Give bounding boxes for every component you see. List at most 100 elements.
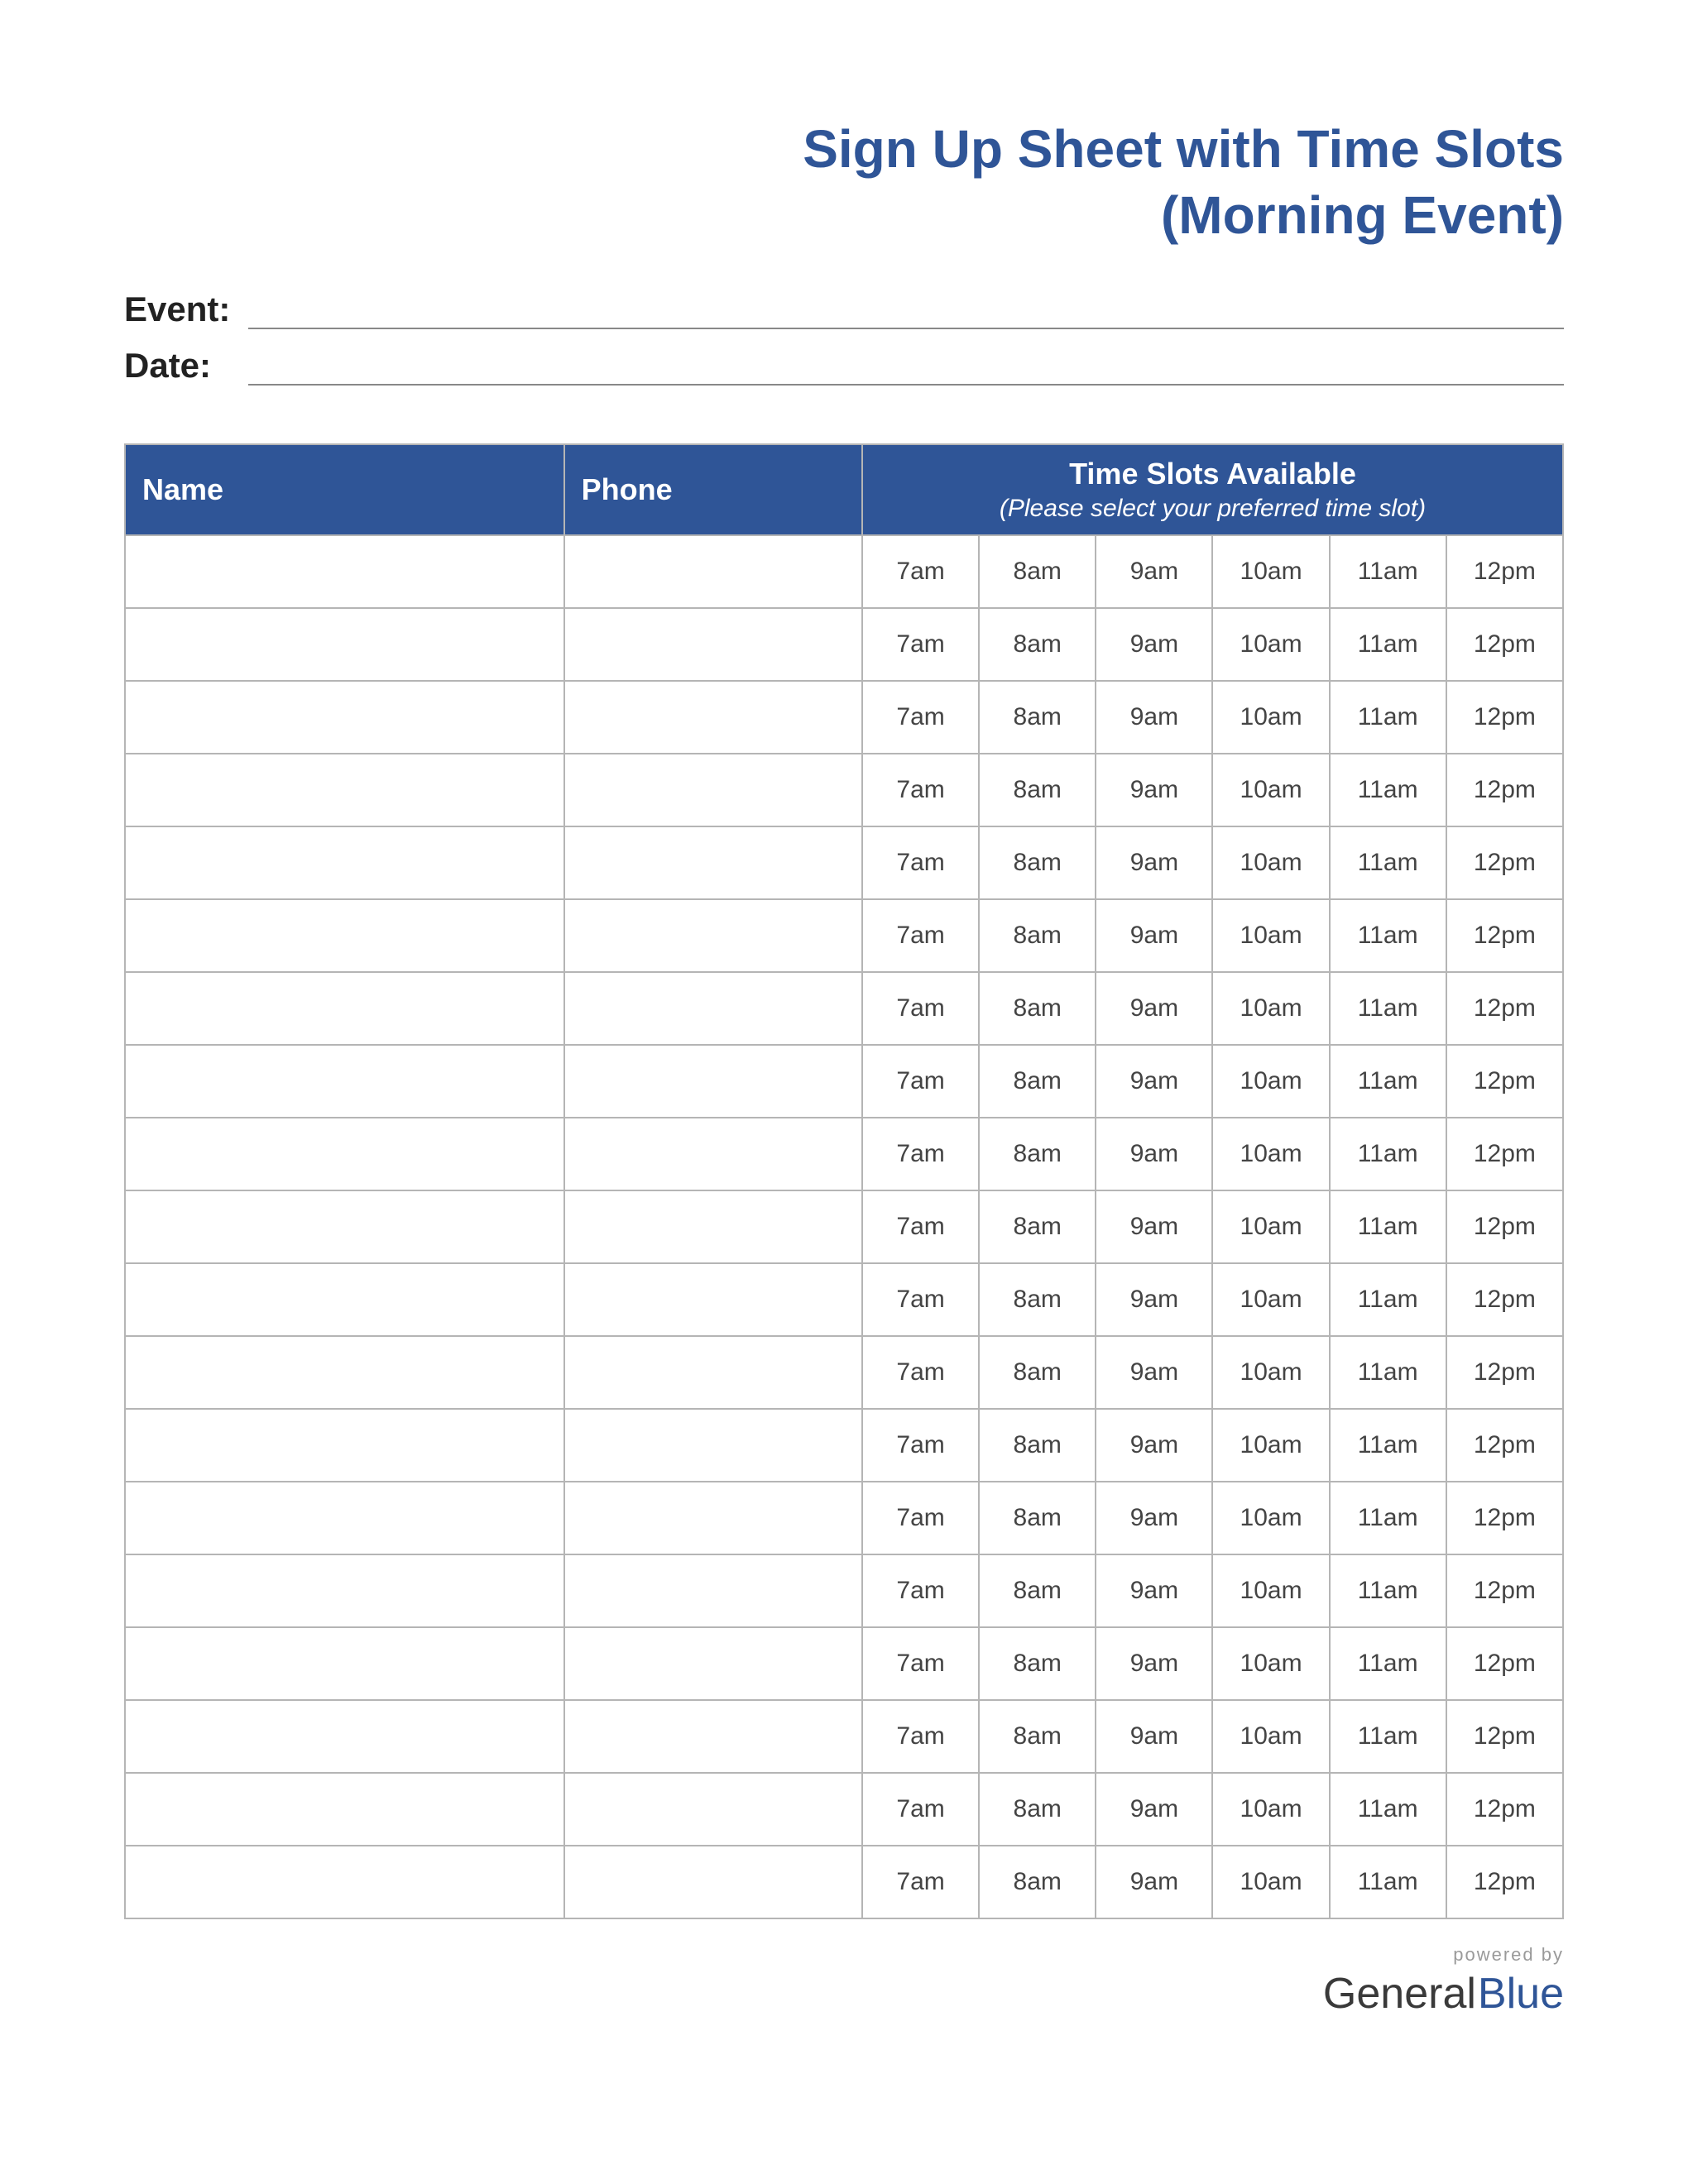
timeslot-cell[interactable]: 10am bbox=[1212, 826, 1329, 899]
phone-cell[interactable] bbox=[564, 1773, 862, 1846]
timeslot-cell[interactable]: 12pm bbox=[1446, 681, 1563, 754]
timeslot-cell[interactable]: 7am bbox=[862, 1482, 979, 1554]
timeslot-cell[interactable]: 7am bbox=[862, 608, 979, 681]
timeslot-cell[interactable]: 8am bbox=[979, 1336, 1096, 1409]
timeslot-cell[interactable]: 8am bbox=[979, 1554, 1096, 1627]
timeslot-cell[interactable]: 7am bbox=[862, 1554, 979, 1627]
timeslot-cell[interactable]: 8am bbox=[979, 1118, 1096, 1190]
timeslot-cell[interactable]: 8am bbox=[979, 899, 1096, 972]
name-cell[interactable] bbox=[125, 1190, 564, 1263]
name-cell[interactable] bbox=[125, 1482, 564, 1554]
phone-cell[interactable] bbox=[564, 1627, 862, 1700]
timeslot-cell[interactable]: 8am bbox=[979, 1700, 1096, 1773]
timeslot-cell[interactable]: 8am bbox=[979, 535, 1096, 608]
timeslot-cell[interactable]: 9am bbox=[1096, 1627, 1212, 1700]
name-cell[interactable] bbox=[125, 1118, 564, 1190]
timeslot-cell[interactable]: 7am bbox=[862, 1118, 979, 1190]
timeslot-cell[interactable]: 8am bbox=[979, 1482, 1096, 1554]
timeslot-cell[interactable]: 9am bbox=[1096, 1700, 1212, 1773]
timeslot-cell[interactable]: 7am bbox=[862, 826, 979, 899]
timeslot-cell[interactable]: 9am bbox=[1096, 1554, 1212, 1627]
phone-cell[interactable] bbox=[564, 754, 862, 826]
timeslot-cell[interactable]: 10am bbox=[1212, 1554, 1329, 1627]
timeslot-cell[interactable]: 12pm bbox=[1446, 1190, 1563, 1263]
timeslot-cell[interactable]: 7am bbox=[862, 1409, 979, 1482]
timeslot-cell[interactable]: 9am bbox=[1096, 1336, 1212, 1409]
date-input-line[interactable] bbox=[248, 349, 1564, 386]
timeslot-cell[interactable]: 9am bbox=[1096, 1118, 1212, 1190]
timeslot-cell[interactable]: 12pm bbox=[1446, 1627, 1563, 1700]
timeslot-cell[interactable]: 11am bbox=[1330, 826, 1446, 899]
timeslot-cell[interactable]: 11am bbox=[1330, 899, 1446, 972]
phone-cell[interactable] bbox=[564, 1045, 862, 1118]
timeslot-cell[interactable]: 10am bbox=[1212, 535, 1329, 608]
name-cell[interactable] bbox=[125, 972, 564, 1045]
timeslot-cell[interactable]: 12pm bbox=[1446, 754, 1563, 826]
timeslot-cell[interactable]: 7am bbox=[862, 1700, 979, 1773]
timeslot-cell[interactable]: 8am bbox=[979, 1773, 1096, 1846]
timeslot-cell[interactable]: 12pm bbox=[1446, 899, 1563, 972]
timeslot-cell[interactable]: 10am bbox=[1212, 1118, 1329, 1190]
timeslot-cell[interactable]: 7am bbox=[862, 1627, 979, 1700]
timeslot-cell[interactable]: 9am bbox=[1096, 754, 1212, 826]
timeslot-cell[interactable]: 12pm bbox=[1446, 1773, 1563, 1846]
timeslot-cell[interactable]: 10am bbox=[1212, 1700, 1329, 1773]
timeslot-cell[interactable]: 12pm bbox=[1446, 1118, 1563, 1190]
timeslot-cell[interactable]: 10am bbox=[1212, 1773, 1329, 1846]
timeslot-cell[interactable]: 12pm bbox=[1446, 1846, 1563, 1918]
timeslot-cell[interactable]: 7am bbox=[862, 1846, 979, 1918]
timeslot-cell[interactable]: 11am bbox=[1330, 1773, 1446, 1846]
timeslot-cell[interactable]: 9am bbox=[1096, 1045, 1212, 1118]
timeslot-cell[interactable]: 11am bbox=[1330, 1482, 1446, 1554]
timeslot-cell[interactable]: 12pm bbox=[1446, 608, 1563, 681]
timeslot-cell[interactable]: 9am bbox=[1096, 1190, 1212, 1263]
timeslot-cell[interactable]: 7am bbox=[862, 681, 979, 754]
timeslot-cell[interactable]: 10am bbox=[1212, 1045, 1329, 1118]
timeslot-cell[interactable]: 7am bbox=[862, 1773, 979, 1846]
timeslot-cell[interactable]: 11am bbox=[1330, 972, 1446, 1045]
timeslot-cell[interactable]: 10am bbox=[1212, 899, 1329, 972]
timeslot-cell[interactable]: 7am bbox=[862, 754, 979, 826]
phone-cell[interactable] bbox=[564, 1118, 862, 1190]
timeslot-cell[interactable]: 11am bbox=[1330, 535, 1446, 608]
timeslot-cell[interactable]: 11am bbox=[1330, 1554, 1446, 1627]
name-cell[interactable] bbox=[125, 1336, 564, 1409]
timeslot-cell[interactable]: 9am bbox=[1096, 608, 1212, 681]
event-input-line[interactable] bbox=[248, 293, 1564, 329]
timeslot-cell[interactable]: 11am bbox=[1330, 1700, 1446, 1773]
name-cell[interactable] bbox=[125, 899, 564, 972]
timeslot-cell[interactable]: 9am bbox=[1096, 535, 1212, 608]
name-cell[interactable] bbox=[125, 1846, 564, 1918]
timeslot-cell[interactable]: 9am bbox=[1096, 1482, 1212, 1554]
timeslot-cell[interactable]: 12pm bbox=[1446, 1482, 1563, 1554]
name-cell[interactable] bbox=[125, 535, 564, 608]
timeslot-cell[interactable]: 7am bbox=[862, 1045, 979, 1118]
timeslot-cell[interactable]: 7am bbox=[862, 1336, 979, 1409]
timeslot-cell[interactable]: 10am bbox=[1212, 681, 1329, 754]
phone-cell[interactable] bbox=[564, 1554, 862, 1627]
timeslot-cell[interactable]: 9am bbox=[1096, 899, 1212, 972]
timeslot-cell[interactable]: 10am bbox=[1212, 608, 1329, 681]
timeslot-cell[interactable]: 11am bbox=[1330, 681, 1446, 754]
phone-cell[interactable] bbox=[564, 826, 862, 899]
phone-cell[interactable] bbox=[564, 608, 862, 681]
timeslot-cell[interactable]: 11am bbox=[1330, 1045, 1446, 1118]
timeslot-cell[interactable]: 9am bbox=[1096, 1409, 1212, 1482]
timeslot-cell[interactable]: 8am bbox=[979, 826, 1096, 899]
timeslot-cell[interactable]: 7am bbox=[862, 535, 979, 608]
timeslot-cell[interactable]: 9am bbox=[1096, 972, 1212, 1045]
timeslot-cell[interactable]: 8am bbox=[979, 681, 1096, 754]
timeslot-cell[interactable]: 8am bbox=[979, 608, 1096, 681]
timeslot-cell[interactable]: 12pm bbox=[1446, 1336, 1563, 1409]
timeslot-cell[interactable]: 8am bbox=[979, 754, 1096, 826]
timeslot-cell[interactable]: 12pm bbox=[1446, 1700, 1563, 1773]
timeslot-cell[interactable]: 8am bbox=[979, 1045, 1096, 1118]
timeslot-cell[interactable]: 7am bbox=[862, 1263, 979, 1336]
timeslot-cell[interactable]: 8am bbox=[979, 1627, 1096, 1700]
timeslot-cell[interactable]: 9am bbox=[1096, 1846, 1212, 1918]
timeslot-cell[interactable]: 9am bbox=[1096, 681, 1212, 754]
phone-cell[interactable] bbox=[564, 535, 862, 608]
name-cell[interactable] bbox=[125, 608, 564, 681]
timeslot-cell[interactable]: 11am bbox=[1330, 1409, 1446, 1482]
timeslot-cell[interactable]: 12pm bbox=[1446, 826, 1563, 899]
